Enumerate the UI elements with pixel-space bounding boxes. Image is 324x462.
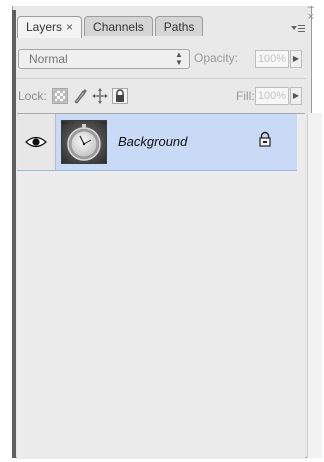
tab-paths[interactable]: Paths [154, 16, 204, 36]
lock-label: Lock: [18, 89, 47, 103]
tab-channels-label: Channels [93, 20, 144, 34]
panel-menu-icon [291, 25, 305, 32]
opacity-field[interactable]: 100% [255, 50, 289, 68]
lock-position-icon[interactable] [92, 88, 108, 104]
tab-paths-label: Paths [163, 20, 195, 34]
opacity-label: Opacity: [194, 51, 239, 65]
visibility-toggle[interactable] [17, 114, 56, 170]
close-button[interactable]: × [308, 12, 314, 23]
blend-opacity-row: Normal ▲ ▼ Opacity: 100% ▶ [18, 49, 304, 71]
tab-layers-label: Layers [26, 20, 63, 34]
scrollbar[interactable] [307, 113, 322, 458]
tab-channels[interactable]: Channels [84, 16, 153, 36]
lock-image-pixels-icon[interactable] [72, 88, 88, 104]
tab-layers[interactable]: Layers × [17, 16, 83, 38]
panel-tabs: Layers × Channels Paths [17, 16, 204, 38]
tab-close-icon[interactable]: × [66, 20, 73, 34]
stepper-arrows-icon: ▲ ▼ [175, 50, 183, 67]
lock-all-icon[interactable] [112, 88, 128, 104]
layer-name[interactable]: Background [118, 134, 187, 149]
fill-label: Fill: [236, 89, 255, 103]
window-controls: – × [308, 2, 314, 23]
opacity-slider-arrow-icon[interactable]: ▶ [290, 50, 302, 68]
layers-list: Background [17, 113, 305, 459]
blend-mode-value: Normal [29, 52, 68, 66]
pocket-watch-thumbnail [62, 121, 106, 163]
blend-mode-select[interactable]: Normal ▲ ▼ [18, 49, 190, 69]
layer-lock-icon [258, 131, 272, 152]
layer-thumbnail [61, 120, 107, 164]
fill-field[interactable]: 100% [255, 87, 289, 105]
layer-row[interactable]: Background [17, 114, 297, 171]
lock-fill-row: Lock: Fill: 100% ▶ [18, 86, 304, 108]
panel-menu-button[interactable] [284, 22, 310, 40]
lock-transparent-pixels-icon[interactable] [52, 88, 68, 104]
divider [16, 78, 306, 79]
eye-icon [25, 136, 47, 148]
fill-slider-arrow-icon[interactable]: ▶ [290, 87, 302, 105]
